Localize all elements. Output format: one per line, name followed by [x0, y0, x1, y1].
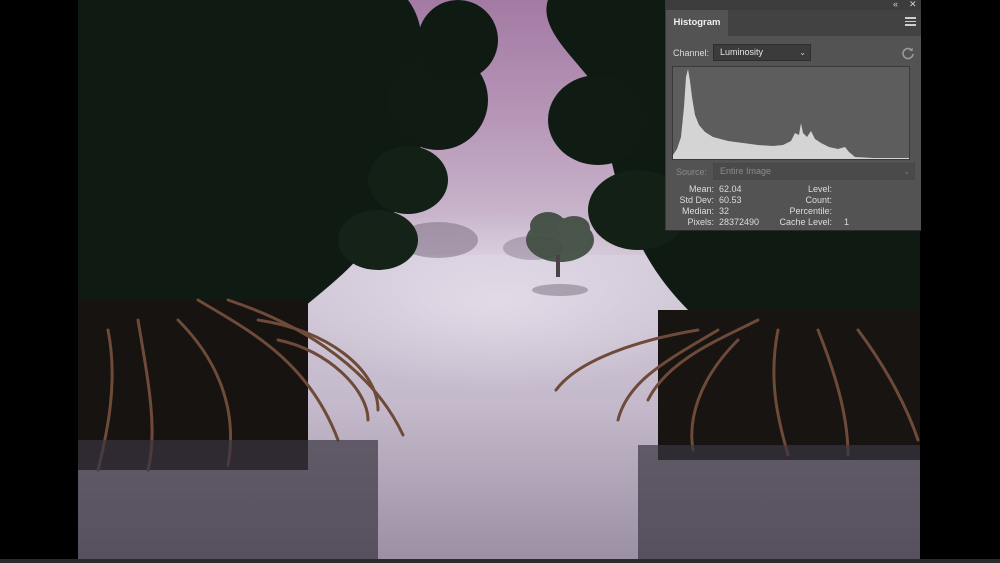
histogram-panel: « ✕ Histogram Channel: Luminosity ⌄ Sour… — [665, 0, 921, 231]
hamburger-menu-icon[interactable] — [905, 17, 916, 28]
chevron-down-icon: ⌄ — [903, 167, 910, 176]
mean-label: Mean: — [688, 184, 714, 194]
source-dropdown[interactable]: Entire Image ⌄ — [713, 163, 915, 180]
channel-dropdown[interactable]: Luminosity ⌄ — [713, 44, 811, 61]
collapse-panel-icon[interactable]: « — [893, 0, 898, 10]
chevron-down-icon: ⌄ — [799, 48, 806, 57]
count-label: Count: — [805, 195, 832, 205]
histogram-curve — [673, 69, 909, 159]
source-value: Entire Image — [720, 166, 772, 176]
panel-tab-bar: Histogram — [666, 10, 921, 36]
pixels-label: Pixels: — [687, 217, 714, 227]
canvas-bottom-strip — [0, 559, 1000, 563]
level-label: Level: — [807, 184, 832, 194]
close-panel-icon[interactable]: ✕ — [909, 0, 917, 10]
tab-histogram[interactable]: Histogram — [666, 10, 728, 36]
panel-header-bar: « ✕ — [666, 0, 921, 10]
histogram-graph — [672, 66, 910, 160]
channel-value: Luminosity — [720, 47, 764, 57]
median-label: Median: — [681, 206, 714, 216]
std-dev-label: Std Dev: — [679, 195, 714, 205]
percentile-label: Percentile: — [789, 206, 832, 216]
source-label: Source: — [676, 167, 708, 177]
refresh-icon[interactable] — [901, 46, 915, 60]
channel-label: Channel: — [673, 48, 710, 58]
cache-level-label: Cache Level: — [779, 217, 832, 227]
cache-level-value: 1 — [844, 217, 850, 227]
median-value: 32 — [719, 206, 730, 216]
